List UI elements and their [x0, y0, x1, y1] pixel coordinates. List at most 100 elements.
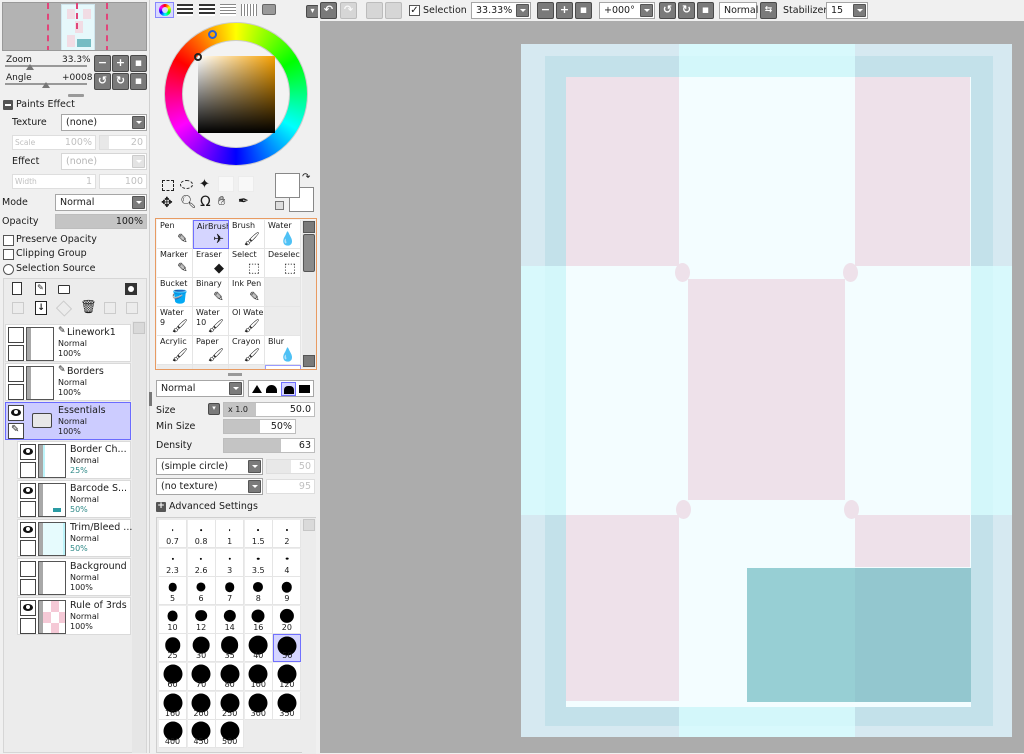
tool-ol-wate[interactable]: Ol Wate 🖌: [229, 307, 265, 336]
layer-lock-toggle[interactable]: [20, 540, 36, 556]
brush-size-option[interactable]: 500: [216, 720, 245, 749]
tool-deselect[interactable]: Deselect ⬚: [265, 249, 301, 278]
brush-size-option[interactable]: 6: [187, 577, 216, 606]
angle-slider-handle[interactable]: [42, 82, 50, 88]
reset-colors-icon[interactable]: [275, 201, 284, 210]
brush-size-option[interactable]: 9: [273, 577, 302, 606]
brush-size-option[interactable]: 20: [273, 605, 302, 634]
tool-select[interactable]: Select ⬚: [229, 249, 265, 278]
move-icon[interactable]: ✥: [161, 195, 173, 211]
view-rotate-ccw-button[interactable]: ↺: [659, 2, 676, 19]
brush-size-option[interactable]: 160: [159, 691, 187, 720]
view-zoom-in-button[interactable]: +: [556, 2, 573, 19]
layers-scroll-up-button[interactable]: [133, 322, 145, 334]
tool-panel-resize-grip[interactable]: [228, 373, 242, 376]
tool-scroll-thumb[interactable]: [303, 234, 315, 272]
brush-size-slider[interactable]: x 1.0 50.0: [223, 402, 315, 417]
effect-dropdown[interactable]: (none): [61, 153, 147, 170]
layer-visibility-toggle[interactable]: [20, 483, 36, 499]
effect-strength-slider[interactable]: 100: [99, 174, 147, 189]
brush-size-option[interactable]: 50: [273, 634, 302, 663]
delete-layer-icon[interactable]: 🗑: [80, 301, 97, 315]
brush-size-option[interactable]: 5: [159, 577, 187, 606]
new-folder-icon[interactable]: [58, 285, 70, 294]
brush-size-option[interactable]: 10: [159, 605, 187, 634]
layer-lock-toggle[interactable]: ✎: [8, 423, 24, 439]
merge-down-icon[interactable]: ↓: [35, 301, 47, 315]
brush-size-option[interactable]: 16: [244, 605, 273, 634]
clipping-group-checkbox[interactable]: [3, 249, 14, 260]
brush-texture-dropdown[interactable]: (no texture): [156, 478, 263, 495]
layer-visibility-toggle[interactable]: [8, 405, 24, 421]
lasso-icon[interactable]: [180, 180, 193, 189]
layers-scrollbar[interactable]: [132, 321, 146, 753]
view-zoom-out-button[interactable]: −: [537, 2, 554, 19]
zoom-in-button[interactable]: +: [112, 55, 129, 72]
layer-item[interactable]: ✎ Linework1 Normal 100%: [5, 324, 131, 362]
hand-tool-icon[interactable]: ✋︎: [218, 194, 225, 209]
layer-visibility-toggle[interactable]: [20, 444, 36, 460]
rotate-tool-icon[interactable]: Ω: [200, 194, 211, 210]
layer-item[interactable]: ✎ Borders Normal 100%: [5, 363, 131, 401]
tool-blur[interactable]: Blur 💧: [265, 336, 301, 365]
brush-size-option[interactable]: 4: [273, 548, 302, 577]
layer-lock-toggle[interactable]: [20, 501, 36, 517]
advanced-settings-label[interactable]: Advanced Settings: [169, 501, 258, 512]
tool-water[interactable]: Water 💧: [265, 220, 301, 249]
layer-visibility-toggle[interactable]: [20, 600, 36, 616]
tool-scroll-down-button[interactable]: [303, 355, 315, 367]
layer-visibility-toggle[interactable]: [20, 522, 36, 538]
zoom-tool-icon[interactable]: 🔍︎: [180, 195, 197, 210]
tool-pen[interactable]: Pen ✎: [157, 220, 193, 249]
canvas-document[interactable]: [521, 44, 1012, 737]
user-swatches-tab[interactable]: [241, 4, 257, 16]
brush-shape-strength-slider[interactable]: 50: [266, 459, 315, 474]
brush-size-option[interactable]: 0.8: [187, 520, 216, 548]
hard-edge-shape-1[interactable]: [252, 385, 262, 393]
effect-width-slider[interactable]: Width 1: [12, 174, 96, 189]
rect-select-icon[interactable]: [162, 180, 174, 191]
layer-lock-toggle[interactable]: [20, 579, 36, 595]
brush-size-option[interactable]: 2.6: [187, 548, 216, 577]
hue-marker[interactable]: [208, 30, 217, 39]
brush-size-scroll-up-button[interactable]: [303, 519, 315, 531]
zoom-reset-button[interactable]: ▪: [130, 55, 147, 72]
rotate-cw-button[interactable]: ↻: [112, 73, 129, 90]
advanced-settings-expand-icon[interactable]: +: [156, 502, 166, 512]
density-slider[interactable]: 63: [223, 438, 315, 453]
view-blend-button[interactable]: Normal: [719, 2, 758, 19]
brush-size-option[interactable]: 35: [216, 634, 245, 663]
layer-lock-toggle[interactable]: [8, 345, 24, 361]
tool-scroll-up-button[interactable]: [303, 221, 315, 233]
tool-ink-pen[interactable]: Ink Pen ✎: [229, 278, 265, 307]
size-multiplier-button[interactable]: ▾: [208, 403, 220, 415]
layer-opacity-slider[interactable]: 100%: [55, 214, 147, 229]
tool-brush[interactable]: Brush 🖌: [229, 220, 265, 249]
tool-bucket[interactable]: Bucket 🪣: [157, 278, 193, 307]
tool-eraser[interactable]: Eraser ◆: [193, 249, 229, 278]
view-zoom-reset-button[interactable]: ▪: [575, 2, 592, 19]
brush-texture-strength-slider[interactable]: 95: [266, 479, 315, 494]
layer-item[interactable]: Barcode S... Normal 50%: [17, 480, 131, 518]
brush-size-option[interactable]: 100: [244, 663, 273, 691]
brush-size-scrollbar[interactable]: [302, 518, 316, 754]
sv-marker[interactable]: [194, 53, 202, 61]
tool-acrylic[interactable]: Acrylic 🖌: [157, 336, 193, 365]
brush-size-option[interactable]: 200: [187, 691, 216, 720]
new-linework-layer-icon[interactable]: ✎: [35, 282, 46, 295]
layer-item[interactable]: Border Ch... Normal 25%: [17, 441, 131, 479]
rotate-ccw-button[interactable]: ↺: [94, 73, 111, 90]
brush-size-option[interactable]: 450: [187, 720, 216, 749]
brush-size-option[interactable]: 300: [244, 691, 273, 720]
layer-lock-toggle[interactable]: [20, 462, 36, 478]
new-layer-icon[interactable]: [12, 282, 22, 295]
brush-size-option[interactable]: 70: [187, 663, 216, 691]
rotate-reset-button[interactable]: ▪: [130, 73, 147, 90]
brush-size-option[interactable]: 0.7: [159, 520, 187, 548]
tool-airbrush[interactable]: AirBrush ✈: [193, 220, 229, 249]
layer-visibility-toggle[interactable]: [20, 561, 36, 577]
layer-item[interactable]: Trim/Bleed ... Normal 50%: [17, 519, 132, 557]
texture-scale-slider[interactable]: Scale 100%: [12, 135, 96, 150]
hard-edge-shape-4[interactable]: [299, 385, 310, 393]
layer-visibility-toggle[interactable]: [8, 366, 24, 382]
